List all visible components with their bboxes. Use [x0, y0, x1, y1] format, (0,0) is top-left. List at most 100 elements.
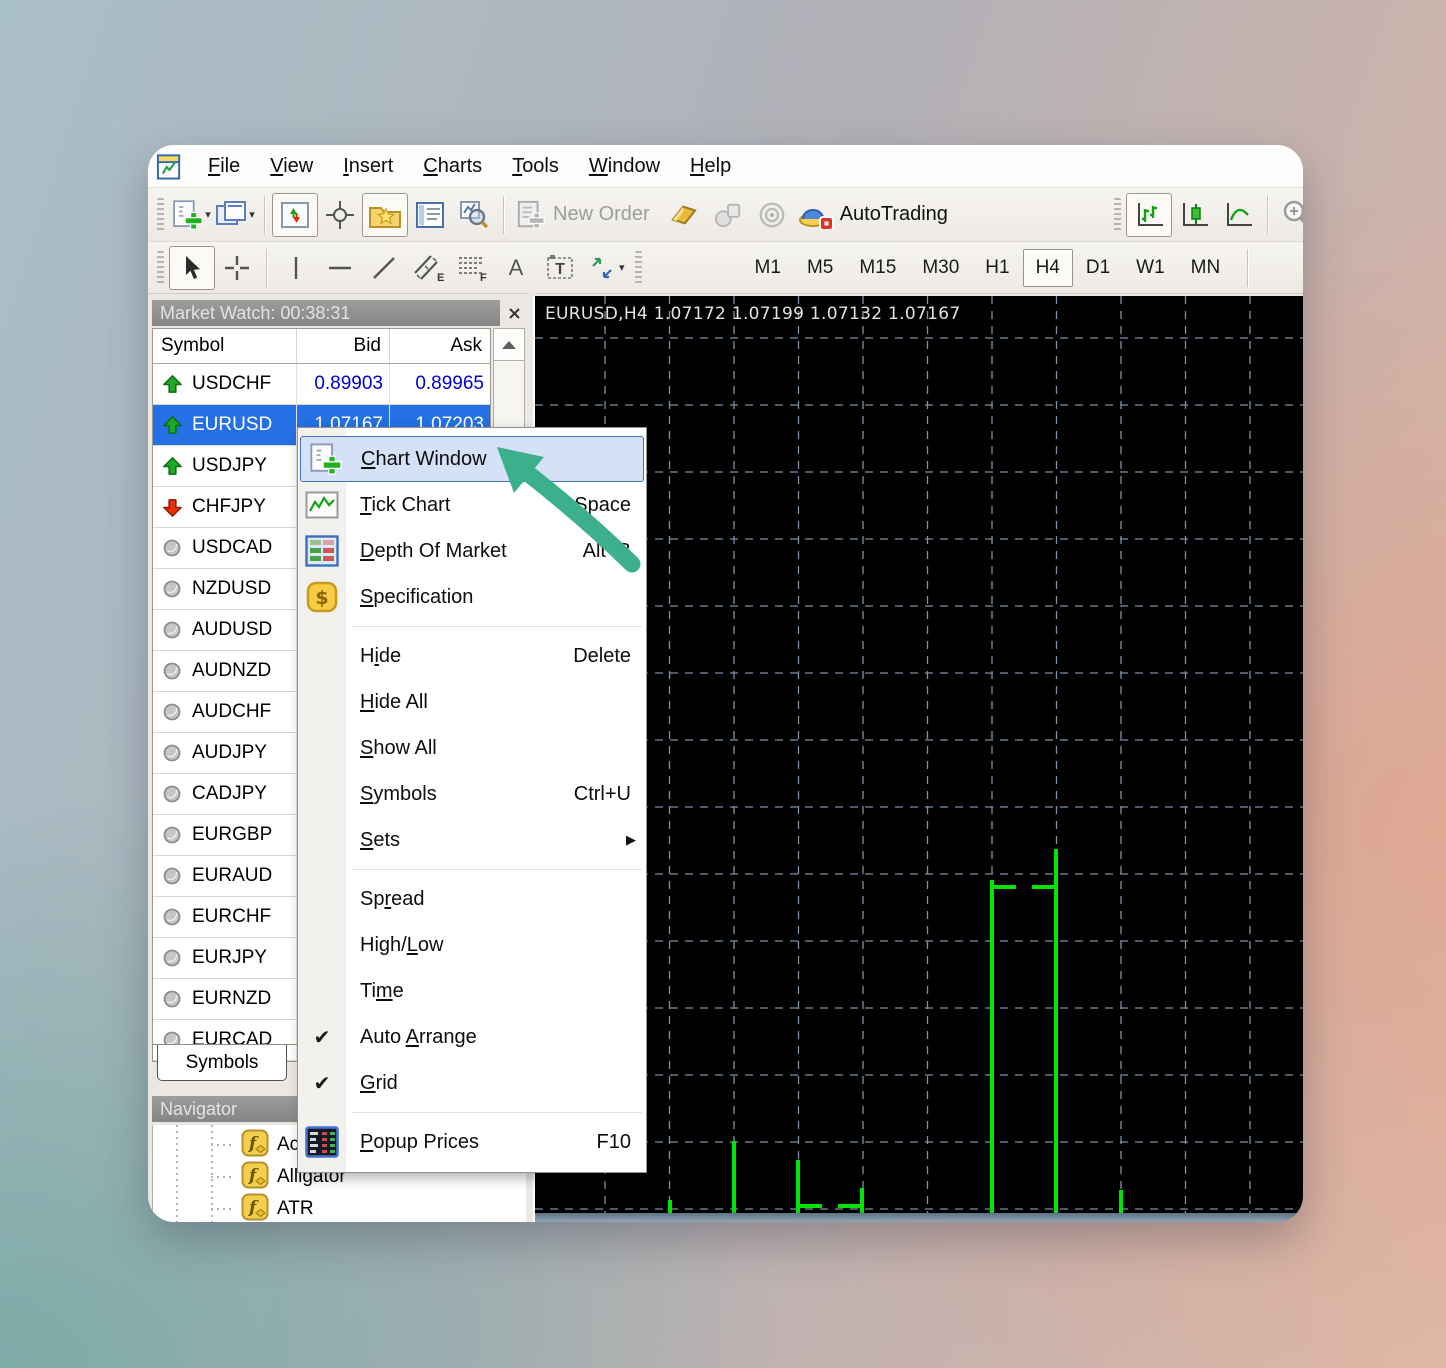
symbol-label: NZDUSD [192, 578, 271, 600]
toolbar-grip[interactable] [157, 251, 164, 285]
menu-charts[interactable]: Charts [408, 155, 497, 178]
timeframe-m30[interactable]: M30 [909, 249, 972, 287]
context-menu-item-chart-window[interactable]: Chart Window [300, 436, 644, 482]
svg-text:T: T [555, 261, 565, 278]
tab-symbols[interactable]: Symbols [157, 1045, 287, 1081]
symbol-label: EURNZD [192, 988, 271, 1010]
popup-grid-icon [304, 1126, 340, 1158]
context-menu-item-spread[interactable]: Spread [298, 876, 646, 922]
scroll-up-button[interactable] [494, 329, 524, 361]
context-menu-item-hide[interactable]: HideDelete [298, 633, 646, 679]
profiles-button[interactable]: ▾ [213, 193, 257, 237]
menu-view[interactable]: View [255, 155, 328, 178]
autotrading-button[interactable]: AutoTrading [794, 193, 952, 237]
crosshair-tool-button[interactable] [215, 246, 259, 290]
autotrading-label: AutoTrading [840, 203, 948, 226]
context-menu-item-hide-all[interactable]: Hide All [298, 679, 646, 725]
trend-up-icon [160, 414, 184, 437]
toolbar-separator [264, 196, 265, 234]
bar-chart-button[interactable] [1126, 193, 1172, 237]
menu-separator [298, 620, 646, 633]
symbol-label: EURUSD [192, 414, 272, 436]
svg-text:$: $ [315, 587, 328, 609]
menu-insert[interactable]: Insert [328, 155, 408, 178]
new-chart-button[interactable]: ▾ [169, 193, 213, 237]
equidistant-channel-tool-button[interactable]: E [406, 246, 450, 290]
context-menu-item-high-low[interactable]: High/Low [298, 922, 646, 968]
menu-item-label: Time [360, 980, 404, 1003]
new-order-button[interactable]: New Order [511, 193, 654, 237]
app-logo-icon [156, 151, 183, 181]
column-header-bid[interactable]: Bid [297, 329, 390, 363]
tree-stub [211, 1176, 233, 1178]
horizontal-line-tool-button[interactable] [318, 246, 362, 290]
dropdown-caret-icon: ▾ [619, 261, 625, 274]
vertical-line-tool-button[interactable] [274, 246, 318, 290]
trend-flat-icon [160, 661, 184, 681]
menu-help[interactable]: Help [675, 155, 746, 178]
context-menu-item-depth-of-market[interactable]: Depth Of MarketAlt+B [298, 528, 646, 574]
navigator-item-atr[interactable]: fATR [211, 1193, 314, 1222]
context-menu-item-grid[interactable]: ✔Grid [298, 1060, 646, 1106]
chart-canvas[interactable]: EURUSD,H4 1.07172 1.07199 1.07132 1.0716… [535, 296, 1303, 1222]
zoom-in-button[interactable] [1275, 193, 1303, 237]
timeframe-h1[interactable]: H1 [972, 249, 1022, 287]
context-menu-item-specification[interactable]: $Specification [298, 574, 646, 620]
context-menu-item-auto-arrange[interactable]: ✔Auto Arrange [298, 1014, 646, 1060]
menu-tools[interactable]: Tools [497, 155, 574, 178]
timeframe-w1[interactable]: W1 [1123, 249, 1178, 287]
toolbar-grip[interactable] [635, 251, 642, 285]
symbol-label: EURGBP [192, 824, 272, 846]
market-watch-header-row[interactable]: Symbol Bid Ask [153, 329, 490, 364]
arrows-tool-button[interactable]: ▾ [582, 246, 630, 290]
chart-bottom-strip [535, 1213, 1303, 1222]
timeframe-h4[interactable]: H4 [1023, 249, 1073, 287]
data-window-button[interactable] [318, 193, 362, 237]
menu-bar: FileViewInsertChartsToolsWindowHelp [148, 145, 1303, 188]
context-menu-item-popup-prices[interactable]: Popup PricesF10 [298, 1119, 646, 1165]
toolbar-grip[interactable] [157, 198, 164, 232]
timeframe-m5[interactable]: M5 [794, 249, 846, 287]
menu-item-label: Show All [360, 737, 437, 760]
menu-item-label: Chart Window [361, 448, 487, 471]
market-watch-toggle-button[interactable] [272, 193, 318, 237]
expert-advisors-button[interactable] [706, 193, 750, 237]
trend-flat-icon [160, 907, 184, 927]
text-label-tool-button[interactable]: T [538, 246, 582, 290]
menu-shortcut: Ctrl+U [574, 783, 631, 806]
menu-window[interactable]: Window [574, 155, 675, 178]
timeframe-m15[interactable]: M15 [846, 249, 909, 287]
context-menu-item-time[interactable]: Time [298, 968, 646, 1014]
context-menu-item-tick-chart[interactable]: Tick ChartSpace [298, 482, 646, 528]
timeframe-mn[interactable]: MN [1178, 249, 1234, 287]
dom-grid-icon [304, 535, 340, 567]
strategy-tester-button[interactable] [452, 193, 496, 237]
line-chart-button[interactable] [1216, 193, 1260, 237]
cursor-tool-button[interactable] [169, 246, 215, 290]
fibonacci-tool-button[interactable]: F [450, 246, 494, 290]
context-menu-item-sets[interactable]: Sets▶ [298, 817, 646, 863]
candlestick-chart-button[interactable] [1172, 193, 1216, 237]
market-watch-titlebar[interactable]: Market Watch: 00:38:31 [152, 300, 500, 326]
signals-button[interactable] [750, 193, 794, 237]
market-watch-close-button[interactable] [503, 302, 525, 324]
context-menu-item-show-all[interactable]: Show All [298, 725, 646, 771]
text-tool-button[interactable]: A [494, 246, 538, 290]
timeframe-m1[interactable]: M1 [742, 249, 794, 287]
toolbar-grip[interactable] [1114, 198, 1121, 232]
market-watch-row-usdchf[interactable]: USDCHF0.899030.89965 [153, 364, 490, 405]
submenu-arrow-icon: ▶ [626, 832, 636, 848]
column-header-symbol[interactable]: Symbol [153, 329, 297, 363]
trendline-tool-button[interactable] [362, 246, 406, 290]
trend-up-icon [160, 455, 184, 478]
symbol-label: USDJPY [192, 455, 267, 477]
history-center-button[interactable] [662, 193, 706, 237]
terminal-button[interactable] [408, 193, 452, 237]
navigator-toggle-button[interactable] [362, 193, 408, 237]
navigator-item-ac[interactable]: fAc [211, 1129, 299, 1161]
timeframe-d1[interactable]: D1 [1073, 249, 1123, 287]
context-menu-item-symbols[interactable]: SymbolsCtrl+U [298, 771, 646, 817]
trend-flat-icon [160, 538, 184, 558]
column-header-ask[interactable]: Ask [390, 329, 490, 363]
menu-file[interactable]: File [193, 155, 255, 178]
